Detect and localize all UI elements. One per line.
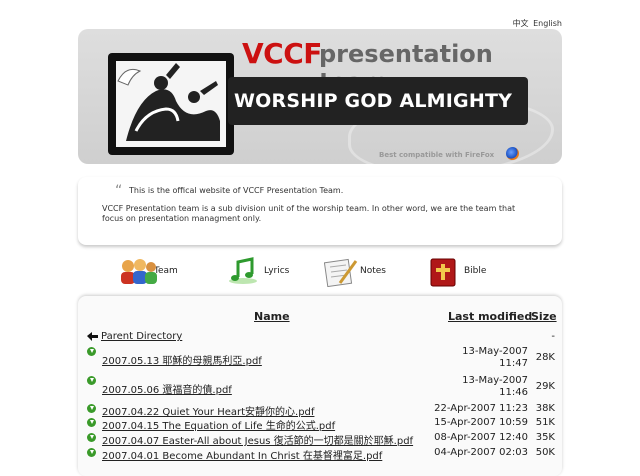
file-modified: 13-May-2007 11:46 [462,375,528,398]
file-modified: 22-Apr-2007 11:23 [434,403,528,414]
worship-artwork-frame [108,53,234,155]
worship-artwork [116,61,226,147]
column-header-last-modified[interactable]: Last modified [448,310,532,323]
nav-item-bible[interactable]: Bible [428,256,487,287]
firefox-icon [506,147,519,160]
banner-tagline: WORSHIP GOD ALMIGHTY [234,90,513,112]
file-icon [87,433,96,442]
worshipper-figures-icon [117,63,220,141]
bible-icon [428,257,458,287]
back-arrow-icon [87,332,98,341]
file-modified: 08-Apr-2007 12:40 [434,432,528,443]
file-size: 35K [535,432,555,443]
browser-compat-note: Best compatible with FireFox [379,151,495,159]
nav-label-lyrics: Lyrics [264,266,290,276]
banner-title-brand: VCCF [242,37,322,70]
team-icon [118,257,157,285]
file-icon [87,404,96,413]
file-size: 38K [535,403,555,414]
nav-label-bible: Bible [464,266,487,276]
language-switcher: 中文 English [511,18,562,29]
lang-english-link[interactable]: English [533,19,562,28]
file-icon [87,376,96,385]
file-size: - [551,331,555,342]
file-link[interactable]: 2007.04.07 Easter-All about Jesus 復活節的一切… [102,432,413,447]
nav-item-team[interactable]: Team [118,256,178,286]
section-nav: Team Lyrics Notes Bible [0,256,640,288]
file-link[interactable]: 2007.04.01 Become Abundant In Christ 在基督… [102,447,382,462]
parent-directory-link[interactable]: Parent Directory [101,331,182,342]
file-link[interactable]: 2007.05.06 還福音的債.pdf [102,381,232,396]
file-size: 28K [535,352,555,363]
nav-item-lyrics[interactable]: Lyrics [228,256,289,286]
file-icon [87,418,96,427]
file-modified: 13-May-2007 11:47 [462,346,528,369]
file-link[interactable]: 2007.05.13 耶穌的母親馬利亞.pdf [102,352,262,367]
file-listing: Name Last modified Size Parent Directory… [78,296,562,476]
file-icon [87,448,96,457]
file-link[interactable]: 2007.04.15 The Equation of Life 生命的公式.pd… [102,417,335,432]
file-size: 29K [535,381,555,392]
site-banner: VCCF presentation team WORSHIP GOD ALMIG… [78,29,562,164]
file-icon [87,347,96,356]
column-header-size[interactable]: Size [531,310,557,323]
intro-paragraph: VCCF Presentation team is a sub division… [102,204,516,223]
file-size: 51K [535,417,555,428]
nav-label-notes: Notes [360,266,386,276]
lang-chinese-link[interactable]: 中文 [513,19,529,28]
quote-icon: “ [115,183,123,199]
intro-box: “ This is the offical website of VCCF Pr… [78,177,562,245]
file-link[interactable]: 2007.04.22 Quiet Your Heart安靜你的心.pdf [102,403,314,418]
notes-icon [323,257,358,288]
column-header-name[interactable]: Name [254,310,290,323]
file-modified: 04-Apr-2007 02:03 [434,447,528,458]
intro-line: This is the offical website of VCCF Pres… [129,186,344,195]
file-modified: 15-Apr-2007 10:59 [434,417,528,428]
music-note-icon [228,257,258,285]
file-size: 50K [535,447,555,458]
nav-item-notes[interactable]: Notes [323,256,386,288]
